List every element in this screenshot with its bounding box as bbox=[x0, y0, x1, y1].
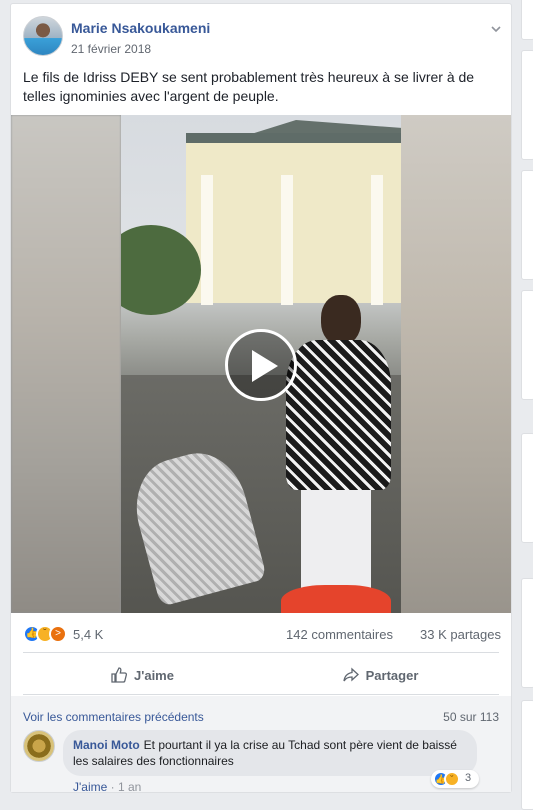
author-name[interactable]: Marie Nsakoukameni bbox=[71, 20, 210, 36]
comment-meta: J'aime · 1 an bbox=[73, 780, 141, 794]
chevron-down-icon[interactable] bbox=[489, 22, 503, 36]
comment-like-link[interactable]: J'aime bbox=[73, 780, 107, 794]
comments-count[interactable]: 142 commentaires bbox=[286, 627, 393, 642]
comment-time[interactable]: 1 an bbox=[118, 780, 141, 794]
video-blur-left bbox=[11, 115, 121, 613]
side-card bbox=[521, 0, 533, 40]
comment-separator: · bbox=[110, 780, 115, 794]
comments-pager: 50 sur 113 bbox=[443, 710, 499, 724]
side-card bbox=[521, 50, 533, 160]
video-player[interactable] bbox=[11, 115, 511, 613]
angry-icon: ˃ bbox=[49, 625, 67, 643]
standing-man bbox=[281, 295, 391, 613]
wow-icon: ˘ bbox=[444, 771, 460, 787]
share-icon bbox=[342, 667, 359, 682]
commenter-avatar[interactable] bbox=[23, 730, 55, 762]
thumbs-up-icon bbox=[111, 667, 128, 683]
side-card bbox=[521, 170, 533, 280]
red-object bbox=[281, 585, 391, 613]
side-card bbox=[521, 290, 533, 400]
post-stats: 👍 ˘ ˃ 5,4 K 142 commentaires 33 K partag… bbox=[23, 624, 501, 648]
side-card bbox=[521, 578, 533, 688]
post-date[interactable]: 21 février 2018 bbox=[71, 42, 151, 56]
like-button[interactable]: J'aime bbox=[23, 656, 261, 694]
comment-reactions[interactable]: 👍 ˘ 3 bbox=[431, 770, 479, 788]
divider bbox=[23, 652, 499, 653]
building bbox=[186, 133, 401, 303]
comments-section: Voir les commentaires précédents 50 sur … bbox=[11, 696, 511, 794]
post-card: Marie Nsakoukameni 21 février 2018 Le fi… bbox=[10, 3, 512, 794]
post-header: Marie Nsakoukameni 21 février 2018 bbox=[23, 16, 503, 60]
post-text: Le fils de Idriss DEBY se sent probablem… bbox=[23, 69, 475, 104]
play-icon[interactable] bbox=[225, 329, 297, 401]
commenter-name[interactable]: Manoi Moto bbox=[73, 738, 140, 752]
column bbox=[201, 175, 213, 305]
side-card bbox=[521, 700, 533, 810]
column bbox=[371, 175, 383, 305]
reaction-count[interactable]: 5,4 K bbox=[73, 627, 103, 642]
comment-reaction-count: 3 bbox=[465, 772, 472, 784]
like-label: J'aime bbox=[134, 667, 174, 683]
divider bbox=[23, 694, 499, 695]
right-column bbox=[521, 0, 533, 810]
share-button[interactable]: Partager bbox=[261, 656, 499, 694]
comment-bubble: Manoi Moto Et pourtant il ya la crise au … bbox=[63, 730, 477, 776]
share-label: Partager bbox=[365, 667, 419, 683]
video-blur-right bbox=[401, 115, 511, 613]
side-card bbox=[521, 433, 533, 543]
column bbox=[281, 175, 293, 305]
author-avatar[interactable] bbox=[23, 16, 63, 56]
post-actions: J'aime Partager bbox=[23, 656, 499, 694]
shares-count[interactable]: 33 K partages bbox=[420, 627, 501, 642]
view-previous-comments-link[interactable]: Voir les commentaires précédents bbox=[23, 710, 204, 724]
reaction-icons[interactable]: 👍 ˘ ˃ bbox=[23, 625, 75, 643]
